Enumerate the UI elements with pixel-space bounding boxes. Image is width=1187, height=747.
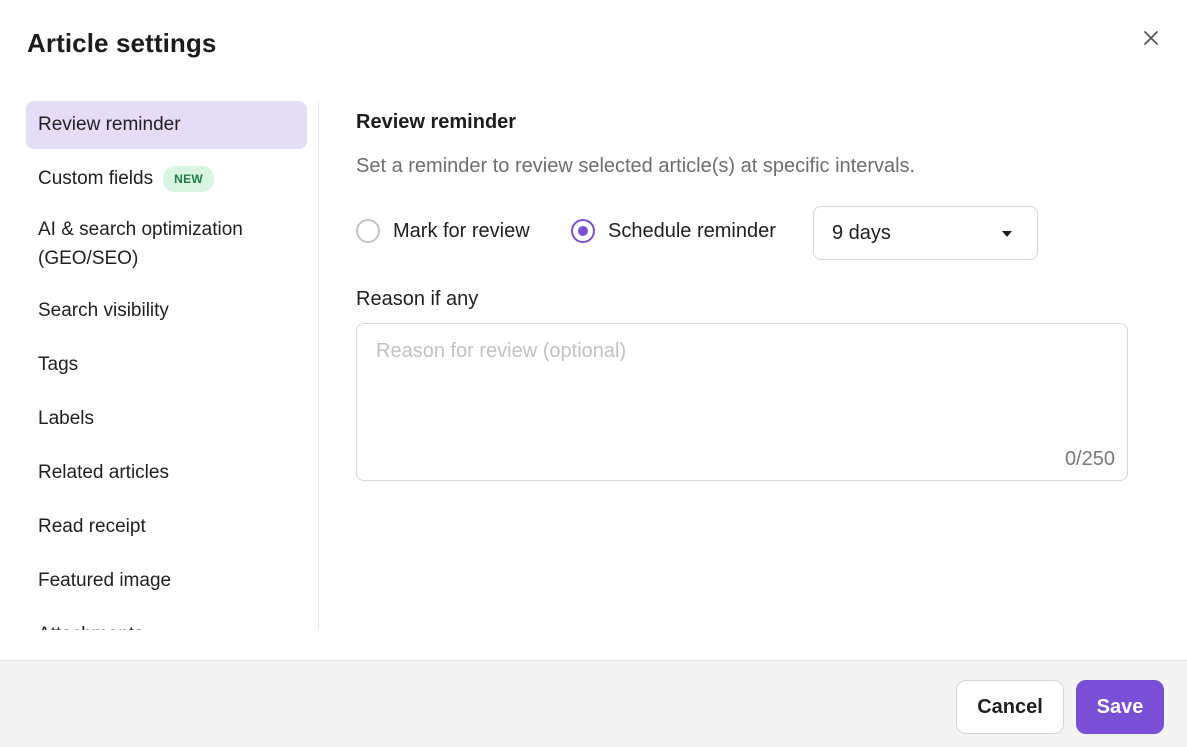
radio-label: Schedule reminder (608, 219, 776, 242)
reason-label: Reason if any (356, 288, 479, 310)
reason-textarea[interactable] (357, 324, 1127, 480)
settings-sidebar: Review reminder Custom fields NEW AI & s… (26, 101, 319, 630)
sidebar-item-label: Tags (38, 354, 79, 375)
close-button[interactable] (1140, 27, 1162, 49)
section-title: Review reminder (356, 111, 517, 133)
sidebar-item-attachments[interactable]: Attachments (26, 620, 307, 630)
sidebar-item-label: Featured image (38, 570, 172, 591)
sidebar-item-ai-search-optimization[interactable]: AI & search optimization (GEO/SEO) (26, 215, 307, 273)
new-badge: NEW (163, 166, 215, 192)
interval-select[interactable]: 9 days (813, 206, 1038, 260)
sidebar-item-label: Attachments (38, 620, 144, 630)
sidebar-item-featured-image[interactable]: Featured image (26, 566, 307, 596)
sidebar-item-custom-fields[interactable]: Custom fields NEW (26, 164, 307, 194)
article-settings-dialog: Article settings Review reminder Custom … (0, 0, 1187, 747)
sidebar-item-label: Read receipt (38, 516, 146, 537)
character-counter: 0/250 (1064, 448, 1115, 470)
mark-for-review-radio[interactable]: Mark for review (356, 219, 530, 243)
schedule-reminder-radio[interactable]: Schedule reminder (571, 219, 776, 243)
sidebar-item-label-line2: (GEO/SEO) (38, 248, 139, 269)
radio-checked-icon (571, 219, 595, 243)
sidebar-item-search-visibility[interactable]: Search visibility (26, 296, 307, 326)
sidebar-item-related-articles[interactable]: Related articles (26, 458, 307, 488)
reason-field-wrapper: 0/250 (356, 323, 1128, 481)
sidebar-item-label: AI & search optimization (38, 219, 243, 240)
sidebar-item-label: Labels (38, 408, 94, 429)
interval-select-value: 9 days (832, 221, 891, 244)
sidebar-item-label: Related articles (38, 462, 169, 483)
sidebar-item-tags[interactable]: Tags (26, 350, 307, 380)
sidebar-item-label: Review reminder (38, 114, 181, 135)
radio-unchecked-icon (356, 219, 380, 243)
sidebar-item-label: Search visibility (38, 300, 169, 321)
dialog-footer: Cancel Save (0, 660, 1187, 747)
sidebar-item-label: Custom fields (38, 168, 154, 189)
reminder-type-group: Mark for review Schedule reminder 9 days (356, 206, 1136, 260)
cancel-button[interactable]: Cancel (956, 680, 1064, 734)
caret-down-icon (1002, 231, 1012, 237)
section-description: Set a reminder to review selected articl… (356, 155, 916, 177)
sidebar-item-review-reminder[interactable]: Review reminder (26, 101, 307, 149)
sidebar-item-labels[interactable]: Labels (26, 404, 307, 434)
close-icon (1144, 31, 1158, 45)
sidebar-item-read-receipt[interactable]: Read receipt (26, 512, 307, 542)
dialog-title: Article settings (27, 28, 217, 58)
radio-label: Mark for review (393, 219, 530, 242)
save-button[interactable]: Save (1076, 680, 1164, 734)
